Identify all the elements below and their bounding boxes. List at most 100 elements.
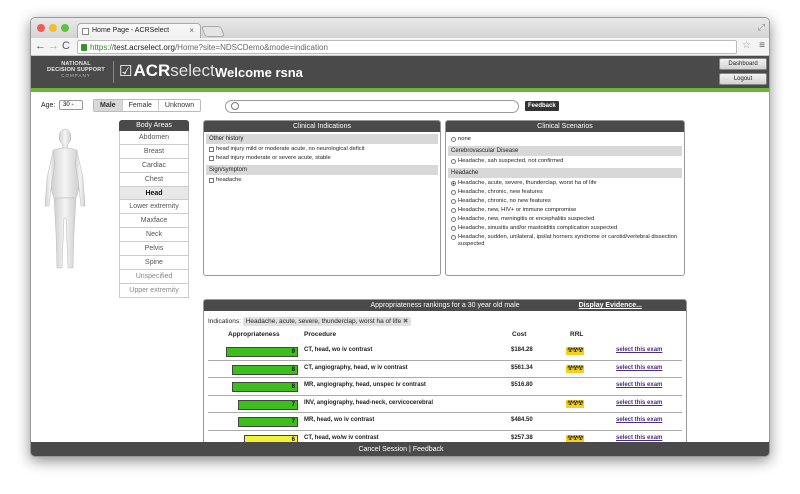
scenario-label: none	[458, 136, 471, 142]
indication-option[interactable]: headache	[206, 176, 438, 185]
fullscreen-icon[interactable]: ⤢	[758, 22, 765, 33]
feedback-button[interactable]: Feedback	[525, 101, 559, 111]
forward-icon[interactable]: →	[48, 40, 59, 52]
browser-window: Home Page - ACRSelect × ⤢ ← → C https://…	[30, 17, 770, 457]
body-area-cardiac[interactable]: Cardiac	[119, 158, 189, 173]
cancel-session-link[interactable]: Cancel Session	[358, 446, 407, 453]
scenario-option[interactable]: Headache, chronic, no new features	[448, 197, 682, 206]
scenario-label: Headache, sinusitis and/or mastoiditis c…	[458, 225, 618, 231]
col-procedure: Procedure	[304, 331, 337, 338]
sex-unknown[interactable]: Unknown	[159, 100, 200, 111]
radio-icon[interactable]	[451, 190, 456, 195]
procedure-cost: $484.50	[511, 417, 533, 423]
checkbox-logo-icon: ☑	[119, 63, 133, 80]
maximize-window-icon[interactable]	[61, 24, 69, 32]
reload-icon[interactable]: C	[62, 40, 70, 52]
body-area-unspecified[interactable]: Unspecified	[119, 269, 189, 284]
select-exam-link[interactable]: select this exam	[616, 435, 662, 441]
checkbox-icon[interactable]	[209, 156, 214, 161]
select-exam-link[interactable]: select this exam	[616, 417, 662, 423]
radiation-level-icon: ☢☢☢	[566, 347, 584, 355]
table-row: 9 CT, head, wo iv contrast $184.28 ☢☢☢ selec…	[208, 343, 682, 361]
browser-tab[interactable]: Home Page - ACRSelect ×	[77, 23, 201, 38]
body-area-upper-extremity[interactable]: Upper extremity	[119, 283, 189, 298]
indication-option[interactable]: head injury moderate or severe acute, st…	[206, 154, 438, 163]
body-area-neck[interactable]: Neck	[119, 228, 189, 243]
indication-group-header: Sign/symptom	[206, 165, 438, 175]
body-area-head[interactable]: Head	[119, 186, 189, 201]
body-area-breast[interactable]: Breast	[119, 144, 189, 159]
radio-icon[interactable]	[451, 159, 456, 164]
back-icon[interactable]: ←	[35, 40, 46, 52]
radio-icon[interactable]	[451, 226, 456, 231]
sex-male[interactable]: Male	[94, 100, 123, 111]
footer-feedback-link[interactable]: Feedback	[413, 446, 444, 453]
nav-bar: ← → C https://test.acrselect.org/Home?si…	[31, 38, 769, 56]
clinical-indications-panel: Clinical Indications Other history head …	[203, 120, 441, 276]
body-area-chest[interactable]: Chest	[119, 172, 189, 187]
body-area-abdomen[interactable]: Abdomen	[119, 131, 189, 145]
close-window-icon[interactable]	[37, 24, 45, 32]
appropriateness-score: 7	[291, 419, 295, 425]
scenario-group-header: Cerebrovascular Disease	[448, 146, 682, 156]
welcome-text: Welcome rsna	[215, 65, 303, 80]
clinical-scenarios-panel: Clinical Scenarios none Cerebrovascular …	[445, 120, 685, 276]
body-area-maxface[interactable]: Maxface	[119, 214, 189, 229]
select-exam-link[interactable]: select this exam	[616, 347, 662, 353]
remove-indication-icon[interactable]: ✖	[403, 318, 408, 325]
logo-bold: ACR	[133, 61, 171, 80]
dashboard-button[interactable]: Dashboard	[719, 58, 767, 70]
scenario-option[interactable]: Headache, new, HIV+ or immune compromise	[448, 206, 682, 215]
indication-option[interactable]: head injury mild or moderate acute, no n…	[206, 145, 438, 154]
checkbox-icon[interactable]	[209, 178, 214, 183]
procedure-cost: $561.34	[511, 364, 533, 371]
body-area-lower-extremity[interactable]: Lower extremity	[119, 200, 189, 215]
main-content: Age: 30 ÷ Male Female Unknown Feedback B…	[31, 92, 769, 455]
procedure-name: CT, angiography, head, w iv contrast	[304, 364, 408, 371]
display-evidence-link[interactable]: Display Evidence...	[579, 300, 642, 311]
checkbox-icon[interactable]	[209, 147, 214, 152]
procedure-name: CT, head, wo iv contrast	[304, 347, 373, 353]
radio-icon[interactable]	[451, 199, 456, 204]
body-area-pelvis[interactable]: Pelvis	[119, 242, 189, 257]
url-path: /Home?site=NDSCDemo&mode=indication	[174, 43, 328, 52]
close-tab-icon[interactable]: ×	[189, 26, 194, 35]
appropriateness-bar: 8	[232, 382, 298, 392]
scenario-option[interactable]: Headache, new, meningitis or encephaliti…	[448, 215, 682, 224]
logout-button[interactable]: Logout	[719, 73, 767, 85]
address-bar[interactable]: https://test.acrselect.org/Home?site=NDS…	[77, 40, 737, 54]
table-row: 8 CT, angiography, head, w iv contrast $56…	[208, 361, 682, 378]
procedure-cost: $184.28	[511, 347, 533, 353]
procedure-cost: $257.38	[511, 434, 533, 441]
age-label: Age:	[41, 102, 56, 109]
scenario-option[interactable]: Headache, sah suspected, not confirmed	[448, 157, 682, 166]
radio-icon[interactable]	[451, 235, 456, 240]
results-table-header: Appropriateness Procedure Cost RRL	[204, 329, 686, 343]
scenario-option[interactable]: Headache, chronic, new features	[448, 188, 682, 197]
scenario-label: Headache, sah suspected, not confirmed	[458, 158, 564, 164]
nds-logo: NATIONAL DECISION SUPPORT COMPANY	[45, 61, 107, 79]
scenario-option[interactable]: Headache, sudden, unilateral, ipsilat ho…	[448, 233, 682, 249]
new-tab-button[interactable]	[200, 26, 226, 37]
bookmark-star-icon[interactable]: ☆	[742, 40, 751, 51]
select-exam-link[interactable]: select this exam	[616, 365, 662, 371]
select-exam-link[interactable]: select this exam	[616, 400, 662, 406]
scenario-option[interactable]: Headache, sinusitis and/or mastoiditis c…	[448, 224, 682, 233]
sex-female[interactable]: Female	[123, 100, 159, 111]
radiation-level-icon: ☢☢☢	[566, 399, 584, 408]
browser-menu-icon[interactable]: ≡	[759, 40, 765, 51]
minimize-window-icon[interactable]	[49, 24, 57, 32]
age-select[interactable]: 30 ÷	[59, 100, 83, 110]
scenario-option-selected[interactable]: Headache, acute, severe, thunderclap, wo…	[448, 179, 682, 188]
body-area-spine[interactable]: Spine	[119, 256, 189, 270]
radio-icon[interactable]	[451, 208, 456, 213]
radio-selected-icon[interactable]	[451, 181, 456, 186]
radio-icon[interactable]	[451, 217, 456, 222]
search-input[interactable]	[225, 100, 519, 113]
search-icon	[231, 102, 239, 110]
scenario-option[interactable]: none	[448, 135, 682, 144]
appropriateness-score: 8	[291, 384, 295, 390]
body-figure[interactable]	[43, 128, 87, 273]
radio-icon[interactable]	[451, 137, 456, 142]
select-exam-link[interactable]: select this exam	[616, 382, 662, 388]
